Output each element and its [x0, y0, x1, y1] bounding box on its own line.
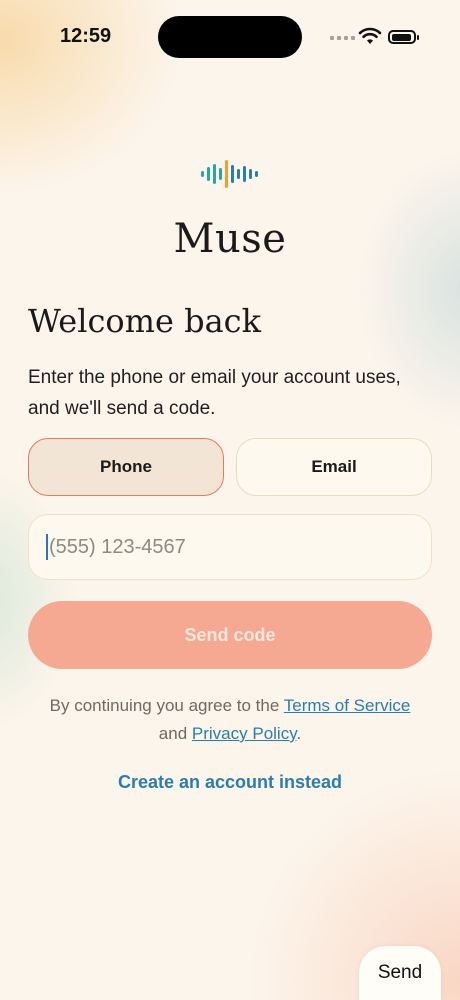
tab-email-label: Email — [311, 457, 357, 476]
terms-of-service-link[interactable]: Terms of Service — [284, 696, 411, 715]
waveform-icon — [201, 160, 258, 188]
tab-email[interactable]: Email — [236, 438, 432, 496]
cellular-signal-icon — [330, 36, 355, 40]
phone-input[interactable] — [28, 514, 432, 580]
wifi-icon — [358, 27, 382, 44]
legal-notice: By continuing you agree to the Terms of … — [0, 692, 460, 748]
keyboard-send-key[interactable]: Send — [359, 946, 441, 1000]
status-time: 12:59 — [60, 25, 112, 47]
legal-middle: and — [158, 724, 188, 743]
page-title: Welcome back — [28, 302, 261, 340]
text-caret — [46, 534, 48, 560]
legal-suffix: . — [296, 724, 302, 743]
battery-icon — [388, 30, 419, 44]
create-account-link[interactable]: Create an account instead — [0, 772, 460, 793]
send-code-button[interactable]: Send code — [28, 601, 432, 669]
tab-phone[interactable]: Phone — [28, 438, 224, 496]
privacy-policy-link[interactable]: Privacy Policy — [192, 724, 297, 743]
tab-phone-label: Phone — [100, 457, 152, 476]
dynamic-island — [158, 16, 302, 58]
login-screen: 12:59 Muse Welcome back Enter the phone … — [0, 0, 460, 1000]
legal-prefix: By continuing you agree to the — [49, 696, 280, 715]
app-name: Muse — [173, 216, 287, 262]
keyboard-send-label: Send — [377, 962, 423, 983]
subtitle-text: Enter the phone or email your account us… — [28, 367, 401, 419]
